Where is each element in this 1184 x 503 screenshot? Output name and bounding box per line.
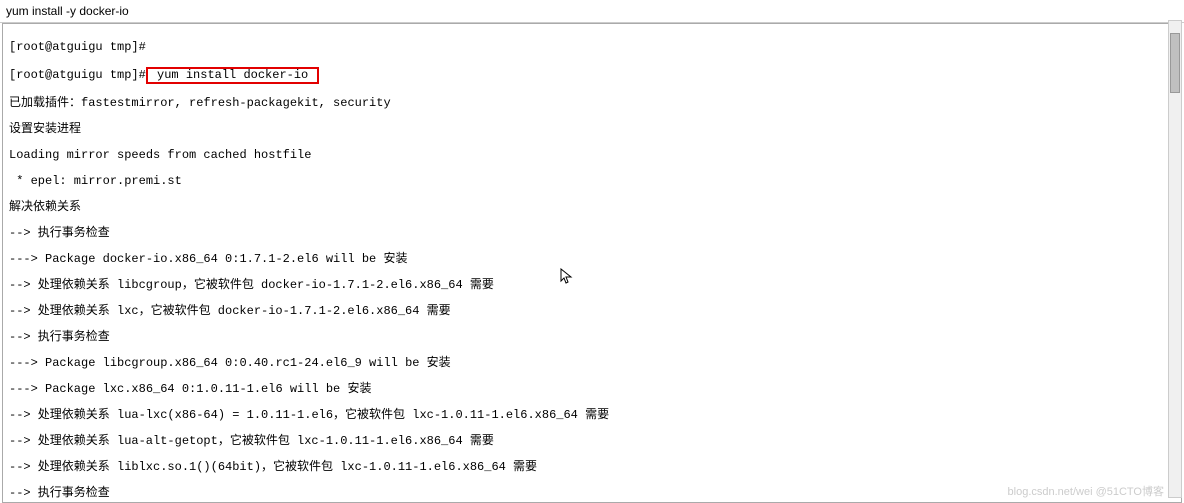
- output-line: --> 处理依赖关系 liblxc.so.1()(64bit)，它被软件包 lx…: [9, 461, 1175, 474]
- prompt-line: [root@atguigu tmp]# yum install docker-i…: [9, 67, 1175, 84]
- output-line: --> 执行事务检查: [9, 487, 1175, 500]
- terminal-pane: [root@atguigu tmp]# [root@atguigu tmp]# …: [2, 23, 1182, 503]
- terminal-output[interactable]: [root@atguigu tmp]# [root@atguigu tmp]# …: [3, 24, 1181, 502]
- output-line: --> 处理依赖关系 libcgroup，它被软件包 docker-io-1.7…: [9, 279, 1175, 292]
- output-line: --> 执行事务检查: [9, 227, 1175, 240]
- vertical-scrollbar[interactable]: [1168, 20, 1182, 498]
- prompt-truncated: [root@atguigu tmp]#: [9, 41, 1175, 54]
- output-line: --> 处理依赖关系 lua-alt-getopt，它被软件包 lxc-1.0.…: [9, 435, 1175, 448]
- output-line: --> 处理依赖关系 lxc，它被软件包 docker-io-1.7.1-2.e…: [9, 305, 1175, 318]
- output-line: ---> Package lxc.x86_64 0:1.0.11-1.el6 w…: [9, 383, 1175, 396]
- output-line: 设置安装进程: [9, 123, 1175, 136]
- watermark-text: blog.csdn.net/wei @51CTO博客: [1008, 483, 1164, 499]
- output-line: ---> Package docker-io.x86_64 0:1.7.1-2.…: [9, 253, 1175, 266]
- output-line: 已加载插件：fastestmirror, refresh-packagekit,…: [9, 97, 1175, 110]
- output-line: Loading mirror speeds from cached hostfi…: [9, 149, 1175, 162]
- output-line: ---> Package libcgroup.x86_64 0:0.40.rc1…: [9, 357, 1175, 370]
- output-line: 解决依赖关系: [9, 201, 1175, 214]
- scrollbar-thumb[interactable]: [1170, 33, 1180, 93]
- prompt-text: [root@atguigu tmp]#: [9, 68, 146, 82]
- output-line: --> 处理依赖关系 lua-lxc(x86-64) = 1.0.11-1.el…: [9, 409, 1175, 422]
- output-line: --> 执行事务检查: [9, 331, 1175, 344]
- output-line: * epel: mirror.premi.st: [9, 175, 1175, 188]
- window-title: yum install -y docker-io: [0, 0, 1184, 23]
- highlighted-command: yum install docker-io: [146, 67, 320, 84]
